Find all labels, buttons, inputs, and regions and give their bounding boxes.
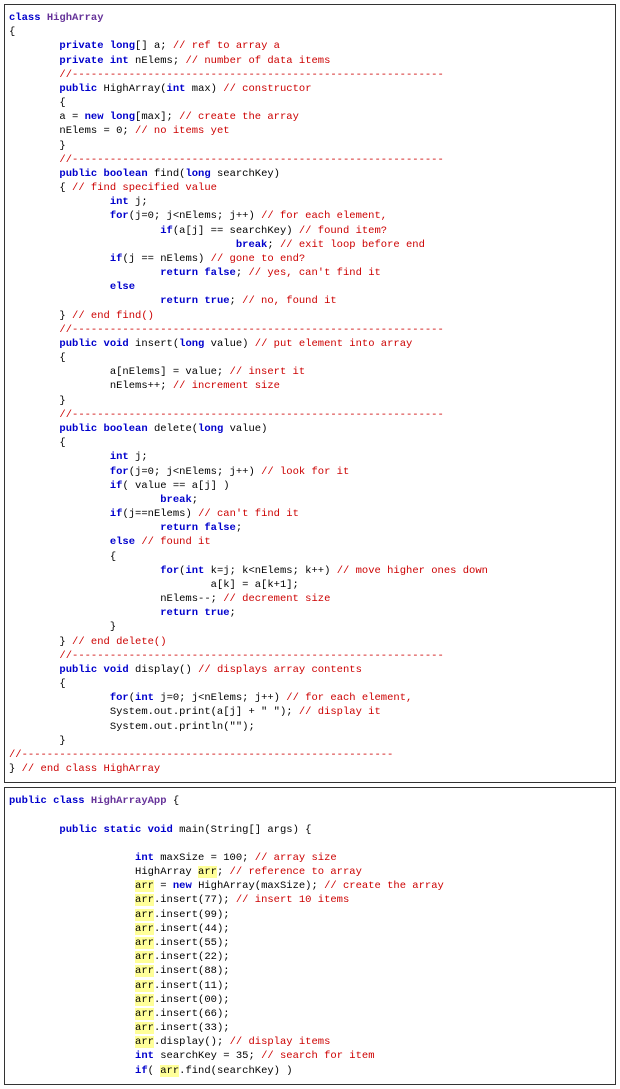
code-box-1: class HighArray { private long[] a; // r… xyxy=(4,4,616,783)
code-listing-higharray: class HighArray { private long[] a; // r… xyxy=(9,11,611,776)
code-box-2: public class HighArrayApp { public stati… xyxy=(4,787,616,1084)
code-listing-higharrayapp: public class HighArrayApp { public stati… xyxy=(9,794,611,1077)
